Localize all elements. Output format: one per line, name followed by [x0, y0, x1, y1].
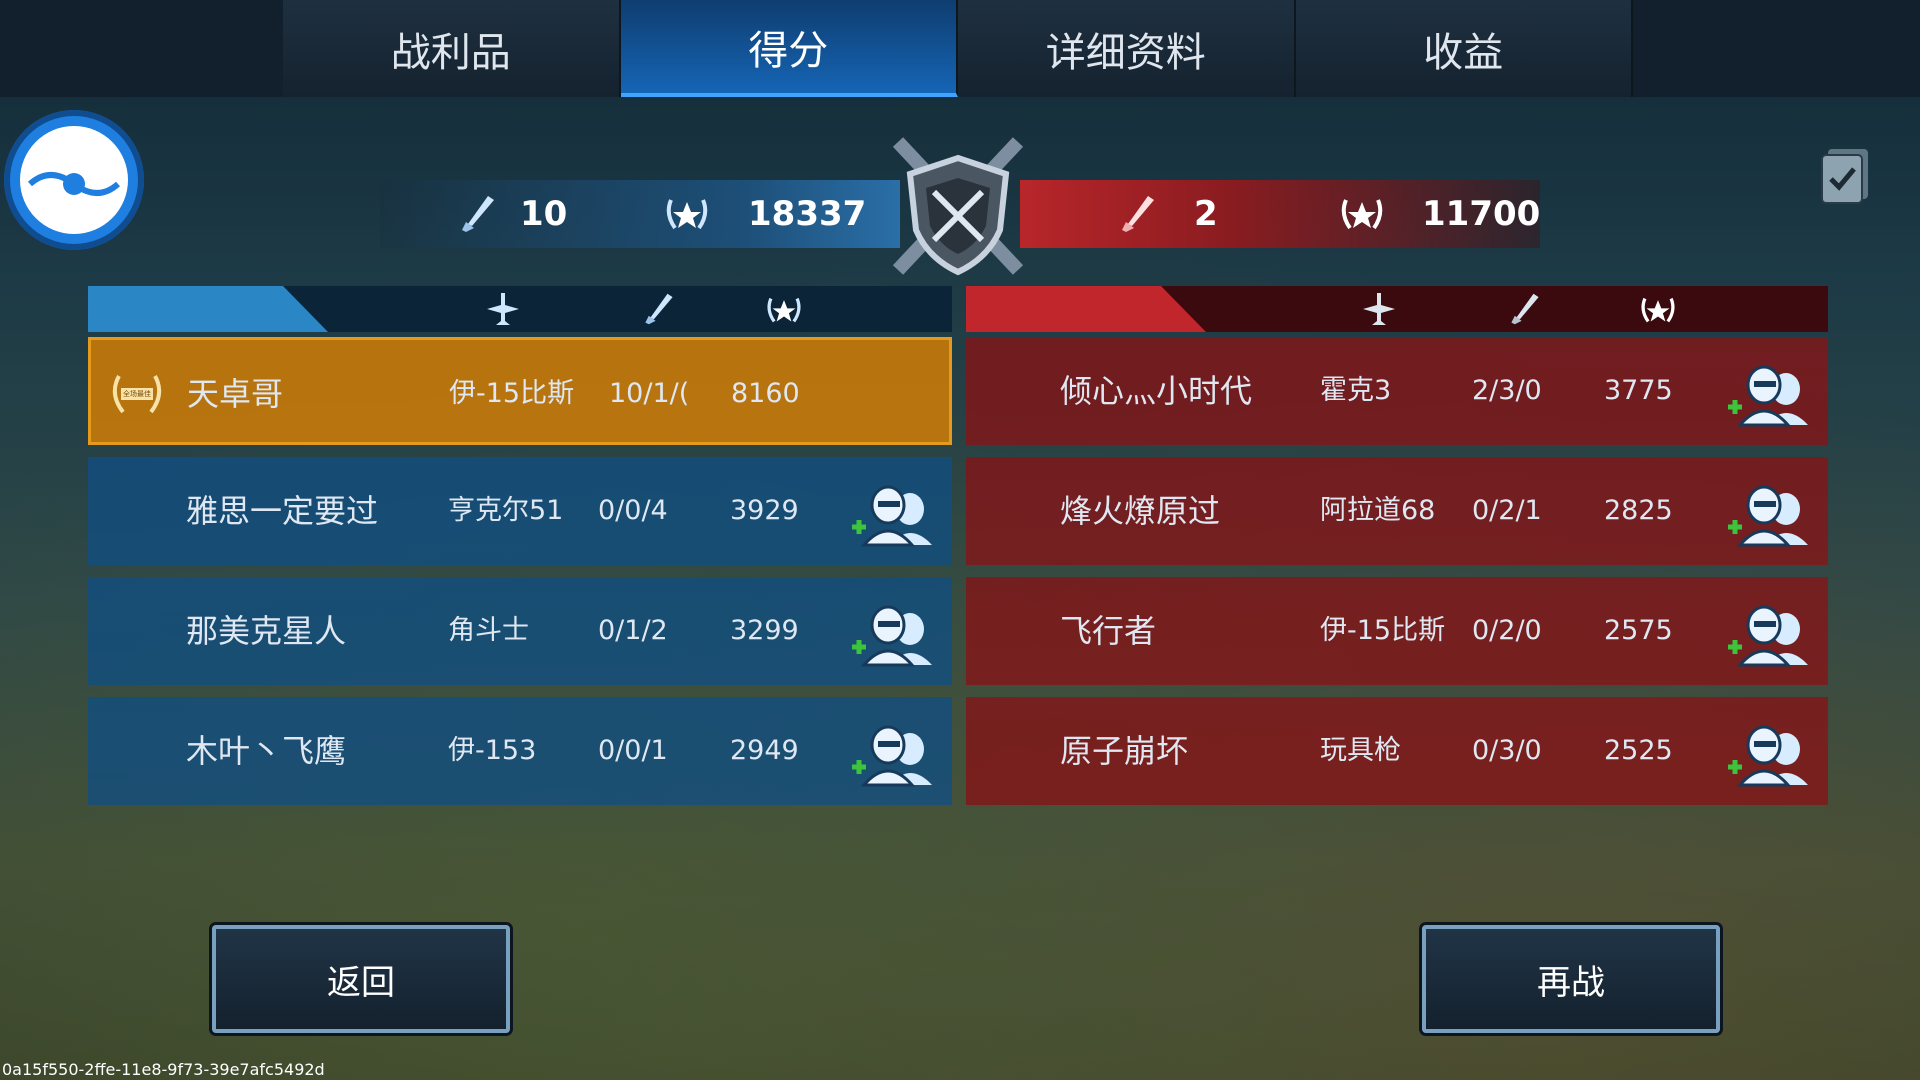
add-friend-icon[interactable] — [1724, 481, 1818, 547]
score: 2575 — [1604, 615, 1673, 646]
sword-icon — [460, 194, 496, 238]
tab-score[interactable]: 得分 — [620, 0, 958, 97]
blue-kills: 10 — [520, 194, 568, 234]
table-row[interactable]: 全场最佳 天卓哥 伊-15比斯 10/1/( 8160 — [88, 337, 952, 445]
score: 3299 — [730, 615, 799, 646]
laurel-star-icon — [764, 292, 801, 326]
kda: 0/1/2 — [598, 615, 668, 646]
kda: 0/2/1 — [1472, 495, 1542, 526]
add-friend-icon[interactable] — [848, 481, 942, 547]
blue-team-header — [88, 286, 952, 332]
mvp-badge-label: 全场最佳 — [123, 390, 151, 398]
player-name: 飞行者 — [1060, 612, 1157, 650]
blue-header-accent — [88, 286, 328, 332]
sword-icon — [642, 292, 676, 326]
crossed-swords-shield-emblem-icon — [878, 130, 1038, 290]
tab-earnings[interactable]: 收益 — [1295, 0, 1633, 97]
red-score: 11700 — [1422, 194, 1541, 234]
red-team-scorebar: 2 11700 — [1020, 180, 1540, 248]
score: 2525 — [1604, 735, 1673, 766]
kda: 0/3/0 — [1472, 735, 1542, 766]
player-name: 雅思一定要过 — [186, 492, 379, 530]
laurel-star-icon — [1338, 192, 1386, 240]
tab-loot[interactable]: 战利品 — [283, 0, 621, 97]
tab-strip: 战利品 得分 详细资料 收益 — [283, 0, 1633, 97]
laurel-star-icon — [663, 192, 711, 240]
plane-icon — [1362, 292, 1396, 326]
table-row[interactable]: 那美克星人 角斗士 0/1/2 3299 — [88, 577, 952, 685]
table-row[interactable]: 倾心灬小时代 霍克3 2/3/0 3775 — [966, 337, 1828, 445]
clipboard-check-icon[interactable] — [1818, 145, 1872, 205]
kda: 10/1/( — [609, 378, 690, 409]
plane-name: 玩具枪 — [1320, 735, 1401, 766]
sword-icon — [1120, 194, 1156, 238]
table-row[interactable]: 木叶丶飞鹰 伊-153 0/0/1 2949 — [88, 697, 952, 805]
player-name: 烽火燎原过 — [1060, 492, 1221, 530]
mvp-laurel-badge-icon: 全场最佳 — [109, 368, 165, 420]
player-name: 那美克星人 — [186, 612, 347, 650]
plane-icon — [486, 292, 520, 326]
red-kills: 2 — [1194, 194, 1218, 234]
score: 3929 — [730, 495, 799, 526]
table-row[interactable]: 原子崩坏 玩具枪 0/3/0 2525 — [966, 697, 1828, 805]
laurel-star-icon — [1638, 292, 1675, 326]
player-avatar[interactable] — [4, 110, 144, 250]
red-team-header — [966, 286, 1828, 332]
red-header-accent — [966, 286, 1206, 332]
plane-name: 霍克3 — [1320, 375, 1392, 406]
rematch-button[interactable]: 再战 — [1422, 925, 1720, 1033]
player-name: 木叶丶飞鹰 — [186, 732, 347, 770]
avatar-logo-icon — [20, 126, 128, 234]
player-name: 倾心灬小时代 — [1060, 372, 1253, 410]
blue-score: 18337 — [748, 194, 867, 234]
plane-name: 阿拉道68 — [1320, 495, 1436, 526]
top-bar: 战利品 得分 详细资料 收益 — [0, 0, 1920, 97]
kda: 0/0/4 — [598, 495, 668, 526]
add-friend-icon[interactable] — [848, 721, 942, 787]
player-name: 原子崩坏 — [1060, 732, 1189, 770]
plane-name: 伊-15比斯 — [449, 378, 575, 409]
score: 3775 — [1604, 375, 1673, 406]
table-row[interactable]: 雅思一定要过 亨克尔51 0/0/4 3929 — [88, 457, 952, 565]
tab-details[interactable]: 详细资料 — [958, 0, 1296, 97]
sword-icon — [1508, 292, 1542, 326]
add-friend-icon[interactable] — [1724, 721, 1818, 787]
add-friend-icon[interactable] — [1724, 361, 1818, 427]
table-row[interactable]: 飞行者 伊-15比斯 0/2/0 2575 — [966, 577, 1828, 685]
plane-name: 角斗士 — [448, 615, 529, 646]
plane-name: 伊-153 — [448, 735, 537, 766]
table-row[interactable]: 烽火燎原过 阿拉道68 0/2/1 2825 — [966, 457, 1828, 565]
kda: 0/2/0 — [1472, 615, 1542, 646]
session-id: 0a15f550-2ffe-11e8-9f73-39e7afc5492d — [2, 1060, 325, 1079]
score: 2949 — [730, 735, 799, 766]
kda: 2/3/0 — [1472, 375, 1542, 406]
score: 8160 — [731, 378, 800, 409]
add-friend-icon[interactable] — [848, 601, 942, 667]
kda: 0/0/1 — [598, 735, 668, 766]
add-friend-icon[interactable] — [1724, 601, 1818, 667]
score: 2825 — [1604, 495, 1673, 526]
plane-name: 亨克尔51 — [448, 495, 564, 526]
plane-name: 伊-15比斯 — [1320, 615, 1446, 646]
back-button[interactable]: 返回 — [212, 925, 510, 1033]
player-name: 天卓哥 — [187, 375, 284, 413]
blue-team-scorebar: 10 18337 — [380, 180, 900, 248]
